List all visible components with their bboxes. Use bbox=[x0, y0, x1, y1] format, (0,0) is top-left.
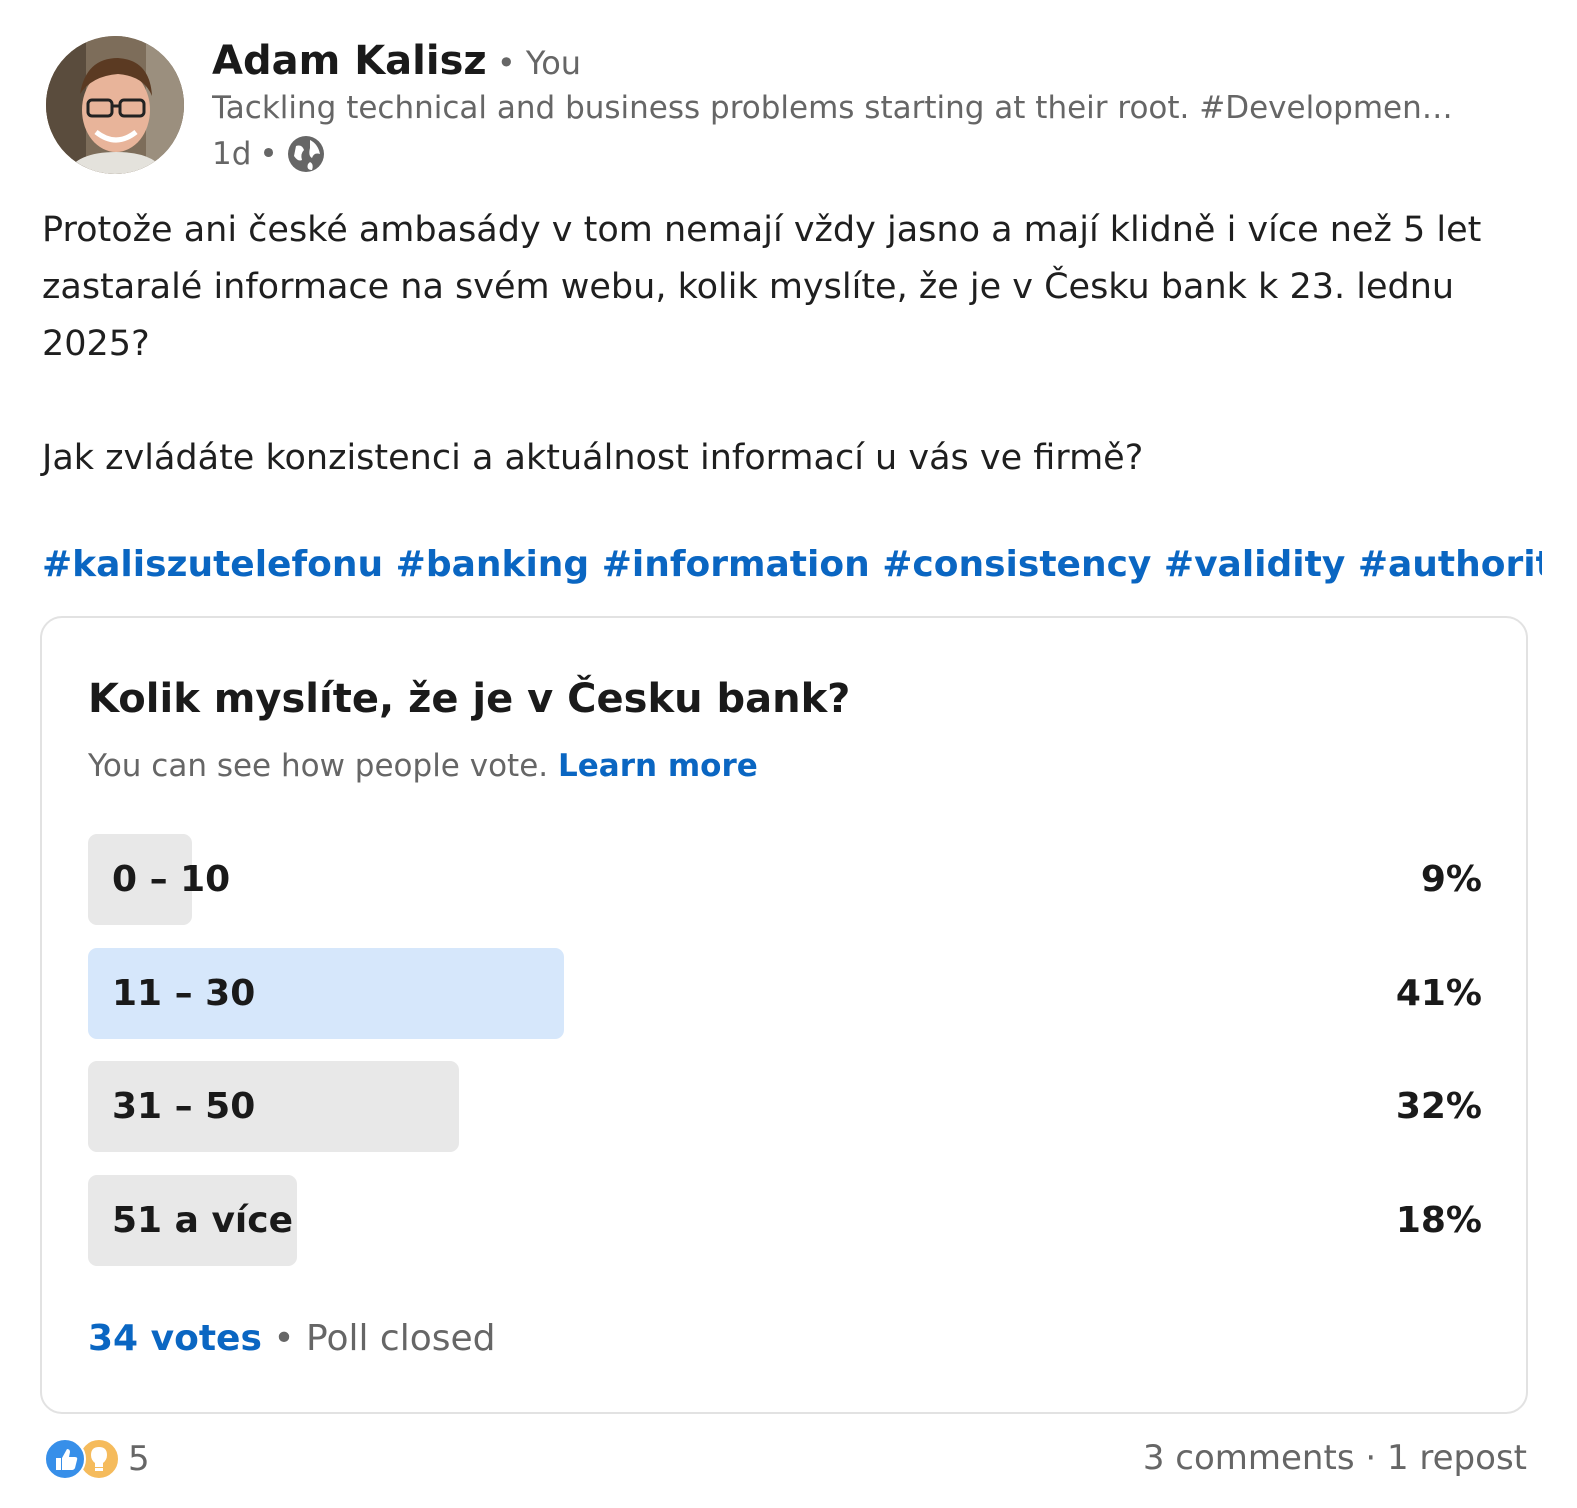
post-meta: 1d • bbox=[212, 134, 326, 174]
poll-question: Kolik myslíte, že je v Česku bank? bbox=[88, 676, 851, 722]
engagement-stats: 3 comments · 1 repost bbox=[1143, 1438, 1527, 1478]
poll-card: Kolik myslíte, že je v Česku bank? You c… bbox=[40, 616, 1528, 1414]
meta-separator: • bbox=[259, 136, 278, 172]
poll-option-percent: 18% bbox=[1395, 1200, 1482, 1241]
poll-option: 51 a více 18% bbox=[88, 1175, 1482, 1266]
poll-option-percent: 41% bbox=[1395, 973, 1482, 1014]
relation-label: You bbox=[525, 44, 582, 82]
post-time: 1d bbox=[212, 136, 252, 172]
globe-icon bbox=[286, 134, 326, 174]
reaction-count: 5 bbox=[128, 1439, 150, 1479]
learn-more-link[interactable]: Learn more bbox=[558, 748, 758, 784]
poll-note: You can see how people vote. Learn more bbox=[88, 748, 758, 784]
post-paragraph-2: Jak zvládáte konzistenci a aktuálnost in… bbox=[42, 438, 1144, 478]
poll-option-label: 51 a více bbox=[112, 1200, 294, 1241]
reactions-summary[interactable]: 5 bbox=[44, 1438, 150, 1480]
author-headline: Tackling technical and business problems… bbox=[212, 90, 1462, 126]
poll-status: Poll closed bbox=[306, 1318, 496, 1359]
poll-option: 0 – 10 9% bbox=[88, 834, 1482, 925]
reposts-count-link[interactable]: 1 repost bbox=[1387, 1438, 1527, 1478]
poll-option-label: 31 – 50 bbox=[112, 1086, 256, 1127]
poll-footer: 34 votes • Poll closed bbox=[88, 1318, 496, 1359]
poll-option-percent: 9% bbox=[1420, 859, 1482, 900]
poll-note-text: You can see how people vote. bbox=[88, 748, 549, 784]
like-icon bbox=[44, 1438, 86, 1480]
post-paragraph-1: Protože ani české ambasády v tom nemají … bbox=[42, 210, 1482, 364]
poll-option-label: 0 – 10 bbox=[112, 859, 231, 900]
avatar-image bbox=[46, 36, 184, 174]
poll-option-label: 11 – 30 bbox=[112, 973, 256, 1014]
post-hashtags[interactable]: #kaliszutelefonu #banking #information #… bbox=[42, 544, 1542, 585]
author-name-text[interactable]: Adam Kalisz bbox=[212, 38, 487, 84]
footer-separator: • bbox=[273, 1318, 307, 1359]
author-relation: • You bbox=[486, 44, 582, 82]
comments-count-link[interactable]: 3 comments bbox=[1143, 1438, 1355, 1478]
votes-count-link[interactable]: 34 votes bbox=[88, 1318, 262, 1359]
author-name[interactable]: Adam Kalisz • You bbox=[212, 38, 581, 84]
stats-separator: · bbox=[1365, 1438, 1387, 1478]
post-text: Protože ani české ambasády v tom nemají … bbox=[42, 202, 1532, 487]
poll-option-percent: 32% bbox=[1395, 1086, 1482, 1127]
author-avatar[interactable] bbox=[46, 36, 184, 174]
poll-option: 31 – 50 32% bbox=[88, 1061, 1482, 1152]
poll-option: 11 – 30 41% bbox=[88, 948, 1482, 1039]
